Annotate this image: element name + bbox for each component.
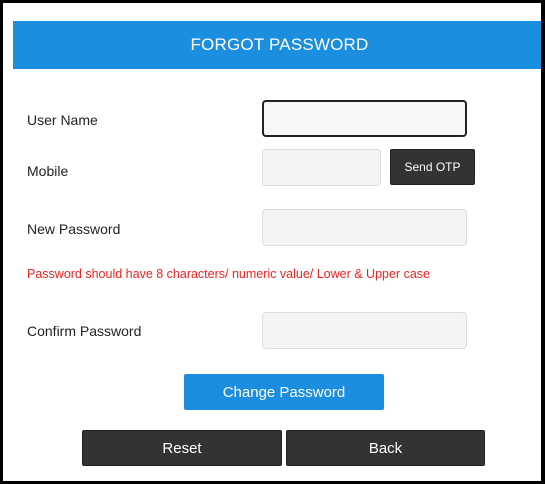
page-title: FORGOT PASSWORD (13, 21, 541, 69)
back-button[interactable]: Back (286, 430, 485, 466)
new-password-label: New Password (27, 221, 121, 237)
change-password-button[interactable]: Change Password (184, 374, 384, 410)
send-otp-button[interactable]: Send OTP (390, 149, 475, 185)
confirm-password-label: Confirm Password (27, 323, 142, 339)
password-rules-hint: Password should have 8 characters/ numer… (27, 267, 430, 281)
username-input[interactable] (262, 100, 467, 137)
confirm-password-input[interactable] (262, 312, 467, 349)
new-password-input[interactable] (262, 209, 467, 246)
mobile-label: Mobile (27, 163, 69, 179)
username-label: User Name (27, 112, 98, 128)
mobile-input[interactable] (262, 149, 381, 186)
forgot-password-panel: FORGOT PASSWORD User Name Mobile Send OT… (0, 0, 545, 484)
reset-button[interactable]: Reset (82, 430, 282, 466)
